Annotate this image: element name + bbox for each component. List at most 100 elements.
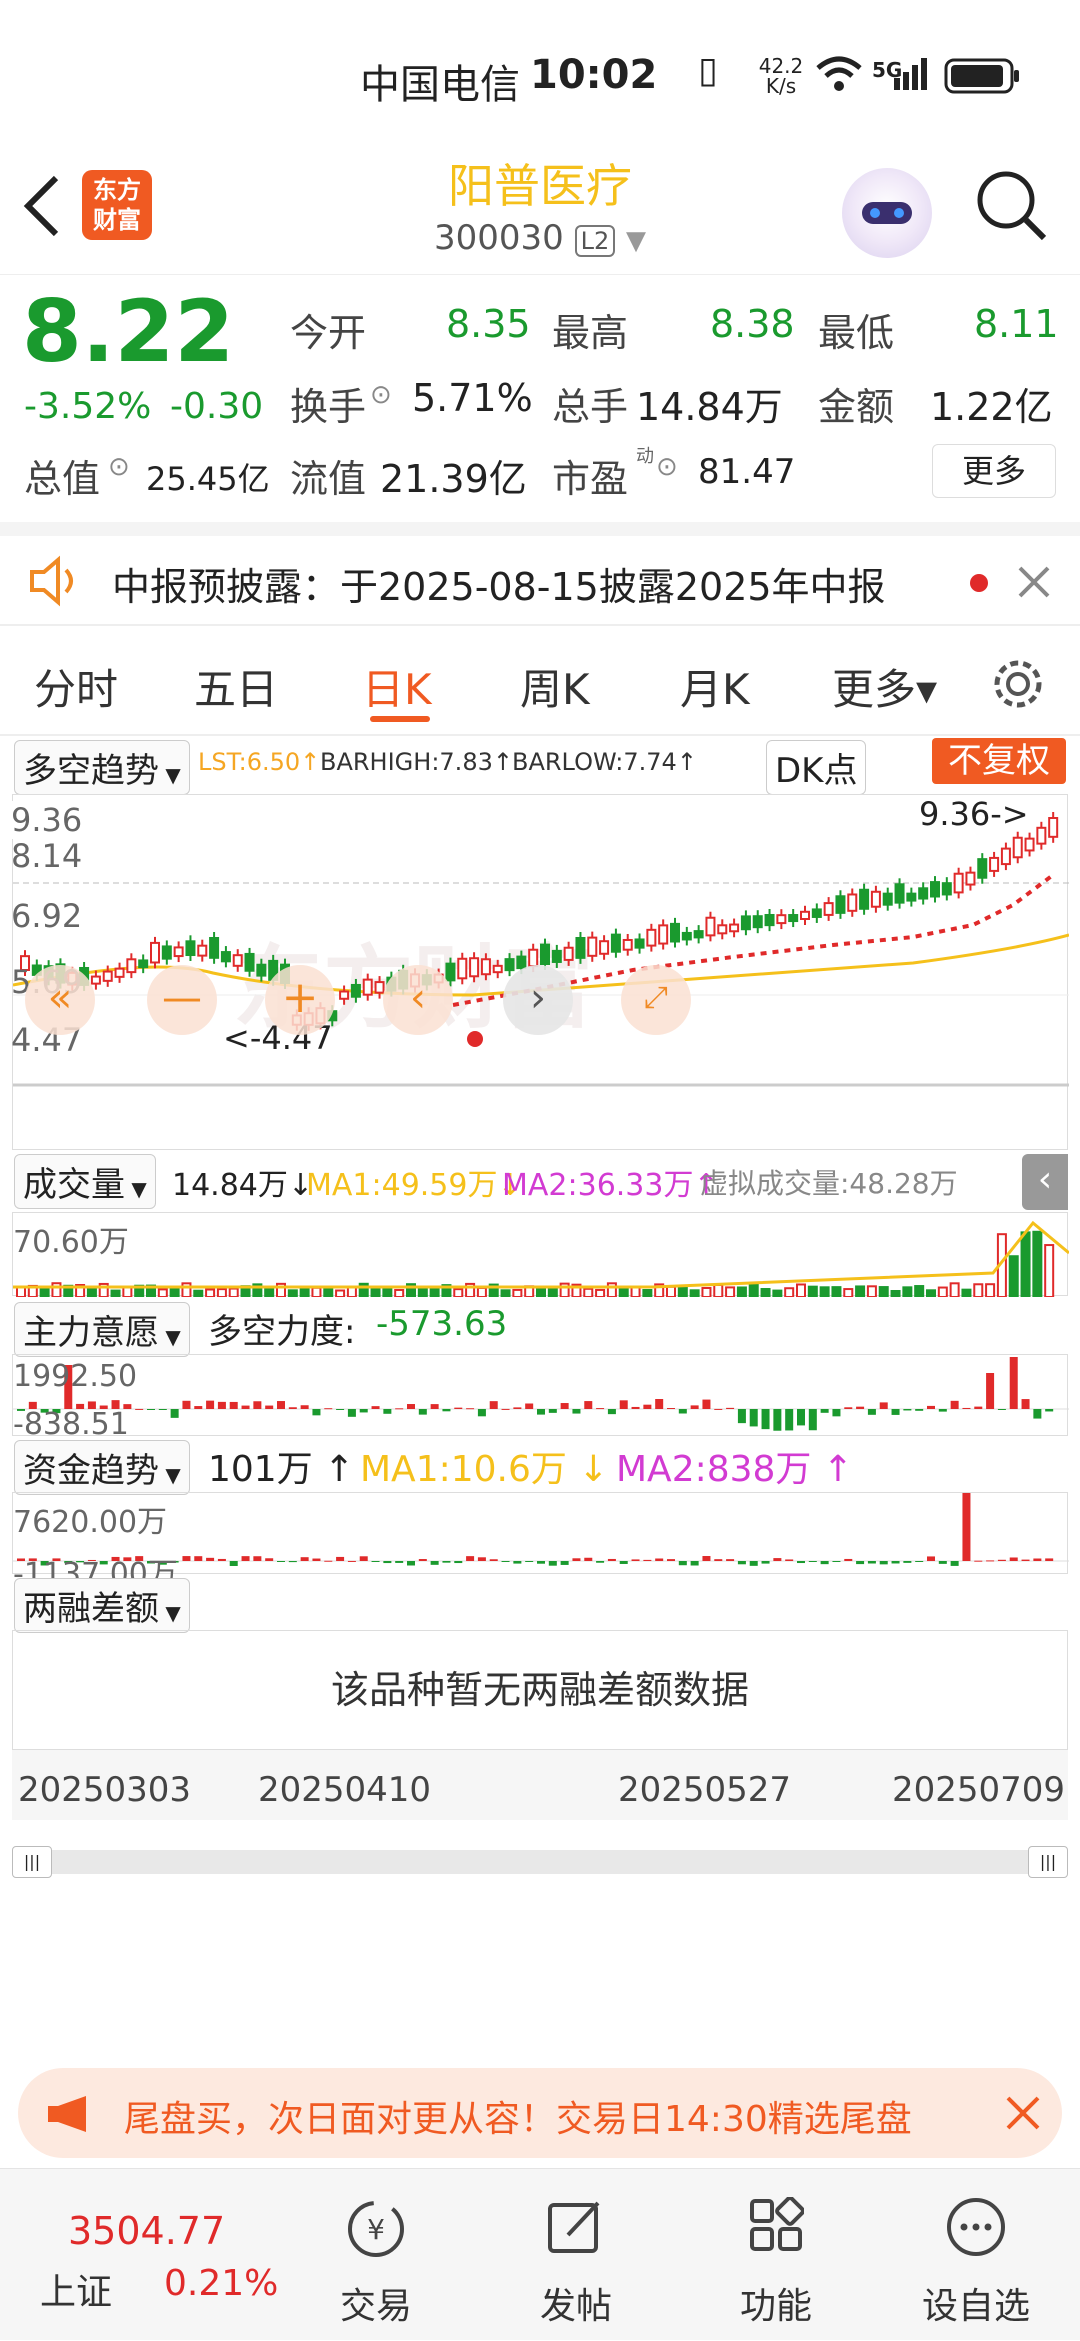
tab-five-day[interactable]: 五日: [194, 656, 278, 717]
next-button[interactable]: ›: [503, 965, 573, 1035]
nav-label: 发帖: [539, 2286, 612, 2327]
volume-bar: [736, 1286, 747, 1298]
volume-svg: [13, 1220, 1070, 1299]
fund-bar: [217, 1558, 226, 1561]
trade-icon: ¥: [348, 2201, 404, 2257]
more-dots-icon[interactable]: ⊙: [370, 380, 392, 410]
robot-assistant-avatar[interactable]: [842, 168, 932, 258]
rewind-button[interactable]: «: [25, 965, 95, 1035]
force-bar: [844, 1407, 853, 1409]
volume-chart[interactable]: 70.60万: [12, 1212, 1070, 1299]
last-price: 8.22: [22, 282, 235, 382]
force-bar: [643, 1404, 652, 1409]
kline-candle: [859, 888, 870, 910]
volume-bar: [382, 1286, 393, 1299]
fund-bar: [182, 1556, 191, 1561]
fund-value: 101万 ↑: [208, 1449, 355, 1490]
force-bar: [1033, 1409, 1042, 1419]
fund-select[interactable]: 资金趋势 ▼: [14, 1440, 190, 1495]
force-bar: [607, 1409, 616, 1415]
volume-y-max: 70.60万: [13, 1225, 129, 1260]
volume-bar: [618, 1287, 629, 1298]
range-slider[interactable]: ||| |||: [12, 1846, 1068, 1878]
search-icon[interactable]: [974, 168, 1050, 244]
volume-bar: [547, 1287, 558, 1298]
kline-candle: [764, 913, 775, 927]
back-icon[interactable]: [20, 174, 64, 238]
kline-chart[interactable]: 东方财富 9.36 8.14 6.92 5.69 4.47 9.36-> <-4…: [11, 794, 1069, 1150]
volume-select[interactable]: 成交量 ▼: [14, 1154, 156, 1209]
prev-button[interactable]: ‹: [383, 965, 453, 1035]
tab-daily-k[interactable]: 日K: [362, 656, 432, 717]
stock-code-row[interactable]: 300030 L2 ▼: [390, 218, 690, 258]
force-bar: [158, 1409, 167, 1410]
expand-icon[interactable]: ⤢: [621, 965, 691, 1035]
force-bar: [702, 1399, 711, 1409]
indicator-select[interactable]: 多空趋势 ▼: [14, 740, 190, 795]
close-icon[interactable]: [1016, 564, 1052, 600]
banner-text: 尾盘买，次日面对更从容！交易日14:30精选尾盘: [124, 2099, 912, 2140]
fund-bar: [395, 1561, 404, 1563]
volume-bar: [748, 1282, 759, 1299]
stock-name[interactable]: 阳普医疗: [340, 150, 740, 216]
force-bar: [832, 1409, 841, 1417]
tab-more[interactable]: 更多▾: [832, 656, 937, 717]
fund-bar: [856, 1561, 865, 1565]
fund-bar: [915, 1561, 924, 1562]
collapse-panel-button[interactable]: ‹: [1022, 1154, 1068, 1210]
nav-post[interactable]: 发帖: [496, 2169, 656, 2341]
more-dots-icon[interactable]: ⊙: [656, 452, 678, 482]
kline-candle: [457, 957, 468, 980]
volume-bar: [831, 1286, 842, 1299]
fund-bar: [596, 1561, 605, 1563]
fund-bar: [950, 1561, 959, 1566]
nav-functions[interactable]: 功能: [696, 2169, 856, 2341]
force-bar: [655, 1399, 664, 1409]
more-dots-icon[interactable]: ⊙: [108, 452, 130, 482]
zoom-out-button[interactable]: —: [147, 965, 217, 1035]
kline-candle: [740, 915, 751, 931]
close-icon[interactable]: [1004, 2094, 1042, 2132]
kline-candle: [800, 910, 810, 920]
fund-bar: [867, 1561, 876, 1564]
force-bar: [217, 1401, 226, 1409]
fund-chart[interactable]: 7620.00万 -1137.00万: [12, 1492, 1069, 1592]
kline-candle: [610, 933, 621, 953]
pe-dynamic-mark: 动: [636, 446, 654, 467]
force-chart[interactable]: 1992.50 -838.51: [12, 1354, 1069, 1442]
force-select[interactable]: 主力意愿 ▼: [14, 1302, 190, 1357]
volume-bar: [677, 1285, 688, 1298]
index-ticker[interactable]: 3504.77 上证 0.21%: [0, 2169, 280, 2341]
date-label: 20250709: [892, 1770, 1066, 1810]
adjust-button[interactable]: 不复权: [932, 738, 1066, 784]
margin-select[interactable]: 两融差额 ▼: [14, 1578, 190, 1633]
fund-bar: [986, 1560, 995, 1562]
fund-bar: [820, 1561, 829, 1565]
zoom-in-button[interactable]: +: [265, 965, 335, 1035]
range-handle-right[interactable]: |||: [1028, 1846, 1068, 1878]
range-handle-left[interactable]: |||: [12, 1846, 52, 1878]
net-speed: 42.2 K/s: [758, 54, 804, 98]
amount-value: 1.22亿: [930, 385, 1053, 429]
fund-bar: [832, 1561, 841, 1562]
promo-banner[interactable]: 尾盘买，次日面对更从容！交易日14:30精选尾盘: [18, 2068, 1062, 2158]
volume-bar: [1020, 1231, 1031, 1298]
nav-add-watchlist[interactable]: 设自选: [896, 2169, 1056, 2341]
tab-intraday[interactable]: 分时: [34, 656, 118, 717]
dk-point-button[interactable]: DK点: [766, 740, 867, 795]
margin-empty-text: 该品种暂无两融差额数据: [330, 1668, 749, 1712]
turnover-value: 5.71%: [412, 376, 533, 420]
force-bar: [797, 1409, 805, 1426]
gear-icon[interactable]: [990, 656, 1046, 712]
notice-bar[interactable]: 中报预披露：于2025-08-15披露2025年中报: [0, 522, 1080, 626]
fund-bar: [785, 1559, 794, 1561]
force-bar: [560, 1403, 569, 1409]
more-button[interactable]: 更多: [932, 444, 1056, 498]
fund-bar: [277, 1561, 285, 1562]
force-bar: [418, 1409, 427, 1415]
nav-trade[interactable]: ¥ 交易: [296, 2169, 456, 2341]
force-bar: [1045, 1409, 1054, 1412]
tab-weekly-k[interactable]: 周K: [520, 656, 590, 717]
nav-label: 功能: [739, 2286, 812, 2327]
tab-monthly-k[interactable]: 月K: [680, 656, 750, 717]
